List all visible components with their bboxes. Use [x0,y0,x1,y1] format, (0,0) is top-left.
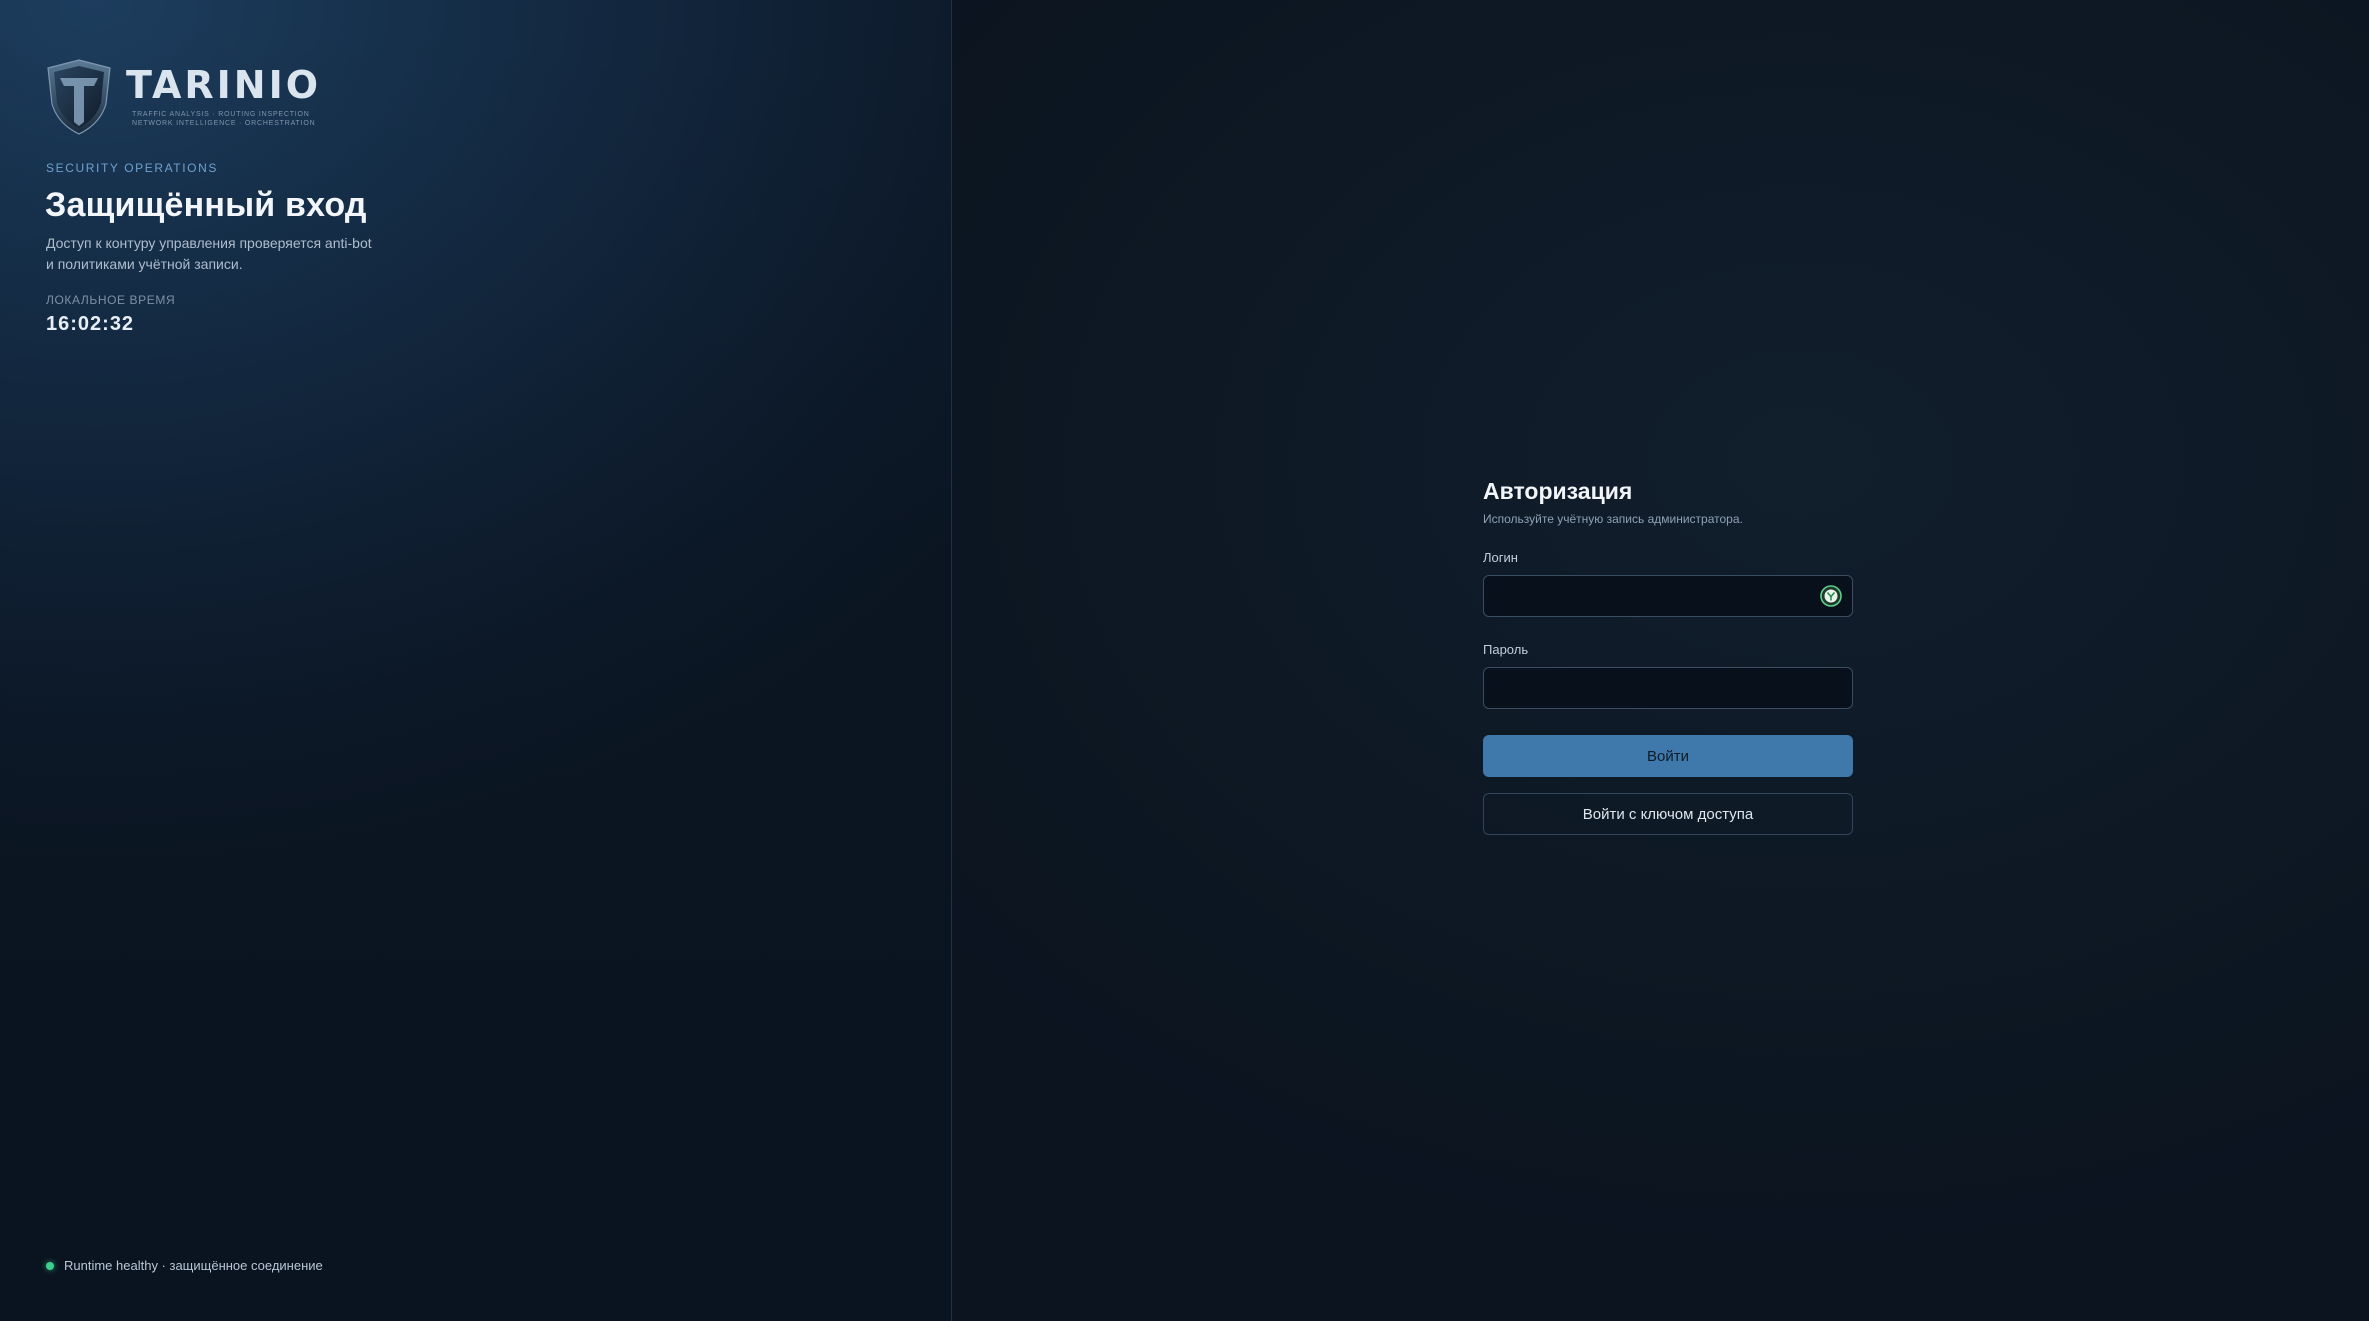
page-description-line1: Доступ к контуру управления проверяется … [46,235,372,251]
section-kicker: SECURITY OPERATIONS [46,161,218,175]
login-button[interactable]: Войти [1483,735,1853,777]
login-form: Авторизация Используйте учётную запись а… [1483,474,1853,835]
brand-logo: TARINIO TRAFFIC ANALYSIS · ROUTING INSPE… [46,58,321,136]
login-label: Логин [1483,550,1518,565]
brand-tagline: TRAFFIC ANALYSIS · ROUTING INSPECTION NE… [126,110,321,129]
login-input[interactable] [1483,575,1853,617]
runtime-status-text: Runtime healthy · защищённое соединение [64,1258,323,1273]
runtime-status: Runtime healthy · защищённое соединение [46,1258,323,1273]
passkey-login-button[interactable]: Войти с ключом доступа [1483,793,1853,835]
password-manager-icon[interactable] [1820,585,1842,607]
form-title: Авторизация [1483,478,1633,504]
auth-panel: Авторизация Используйте учётную запись а… [952,0,2369,1321]
local-time-value: 16:02:32 [46,313,135,335]
login-page: TARINIO TRAFFIC ANALYSIS · ROUTING INSPE… [0,0,2369,1321]
local-time-label: ЛОКАЛЬНОЕ ВРЕМЯ [46,293,176,307]
password-label: Пароль [1483,642,1529,657]
page-description-line2: и политиками учётной записи. [46,256,243,272]
page-description: Доступ к контуру управления проверяется … [46,233,406,275]
password-input[interactable] [1483,667,1853,709]
login-field-wrap [1483,575,1853,617]
shield-icon [47,59,111,135]
password-field-wrap [1483,667,1853,709]
brand-name: TARINIO [126,62,322,107]
form-subtitle: Используйте учётную запись администратор… [1483,512,1743,526]
brand-tagline-line1: TRAFFIC ANALYSIS · ROUTING INSPECTION [132,110,310,118]
brand-tagline-line2: NETWORK INTELLIGENCE · ORCHESTRATION [132,120,316,127]
status-dot-icon [46,1261,54,1270]
brand-panel: TARINIO TRAFFIC ANALYSIS · ROUTING INSPE… [0,0,952,1321]
page-title: Защищённый вход [45,186,367,224]
